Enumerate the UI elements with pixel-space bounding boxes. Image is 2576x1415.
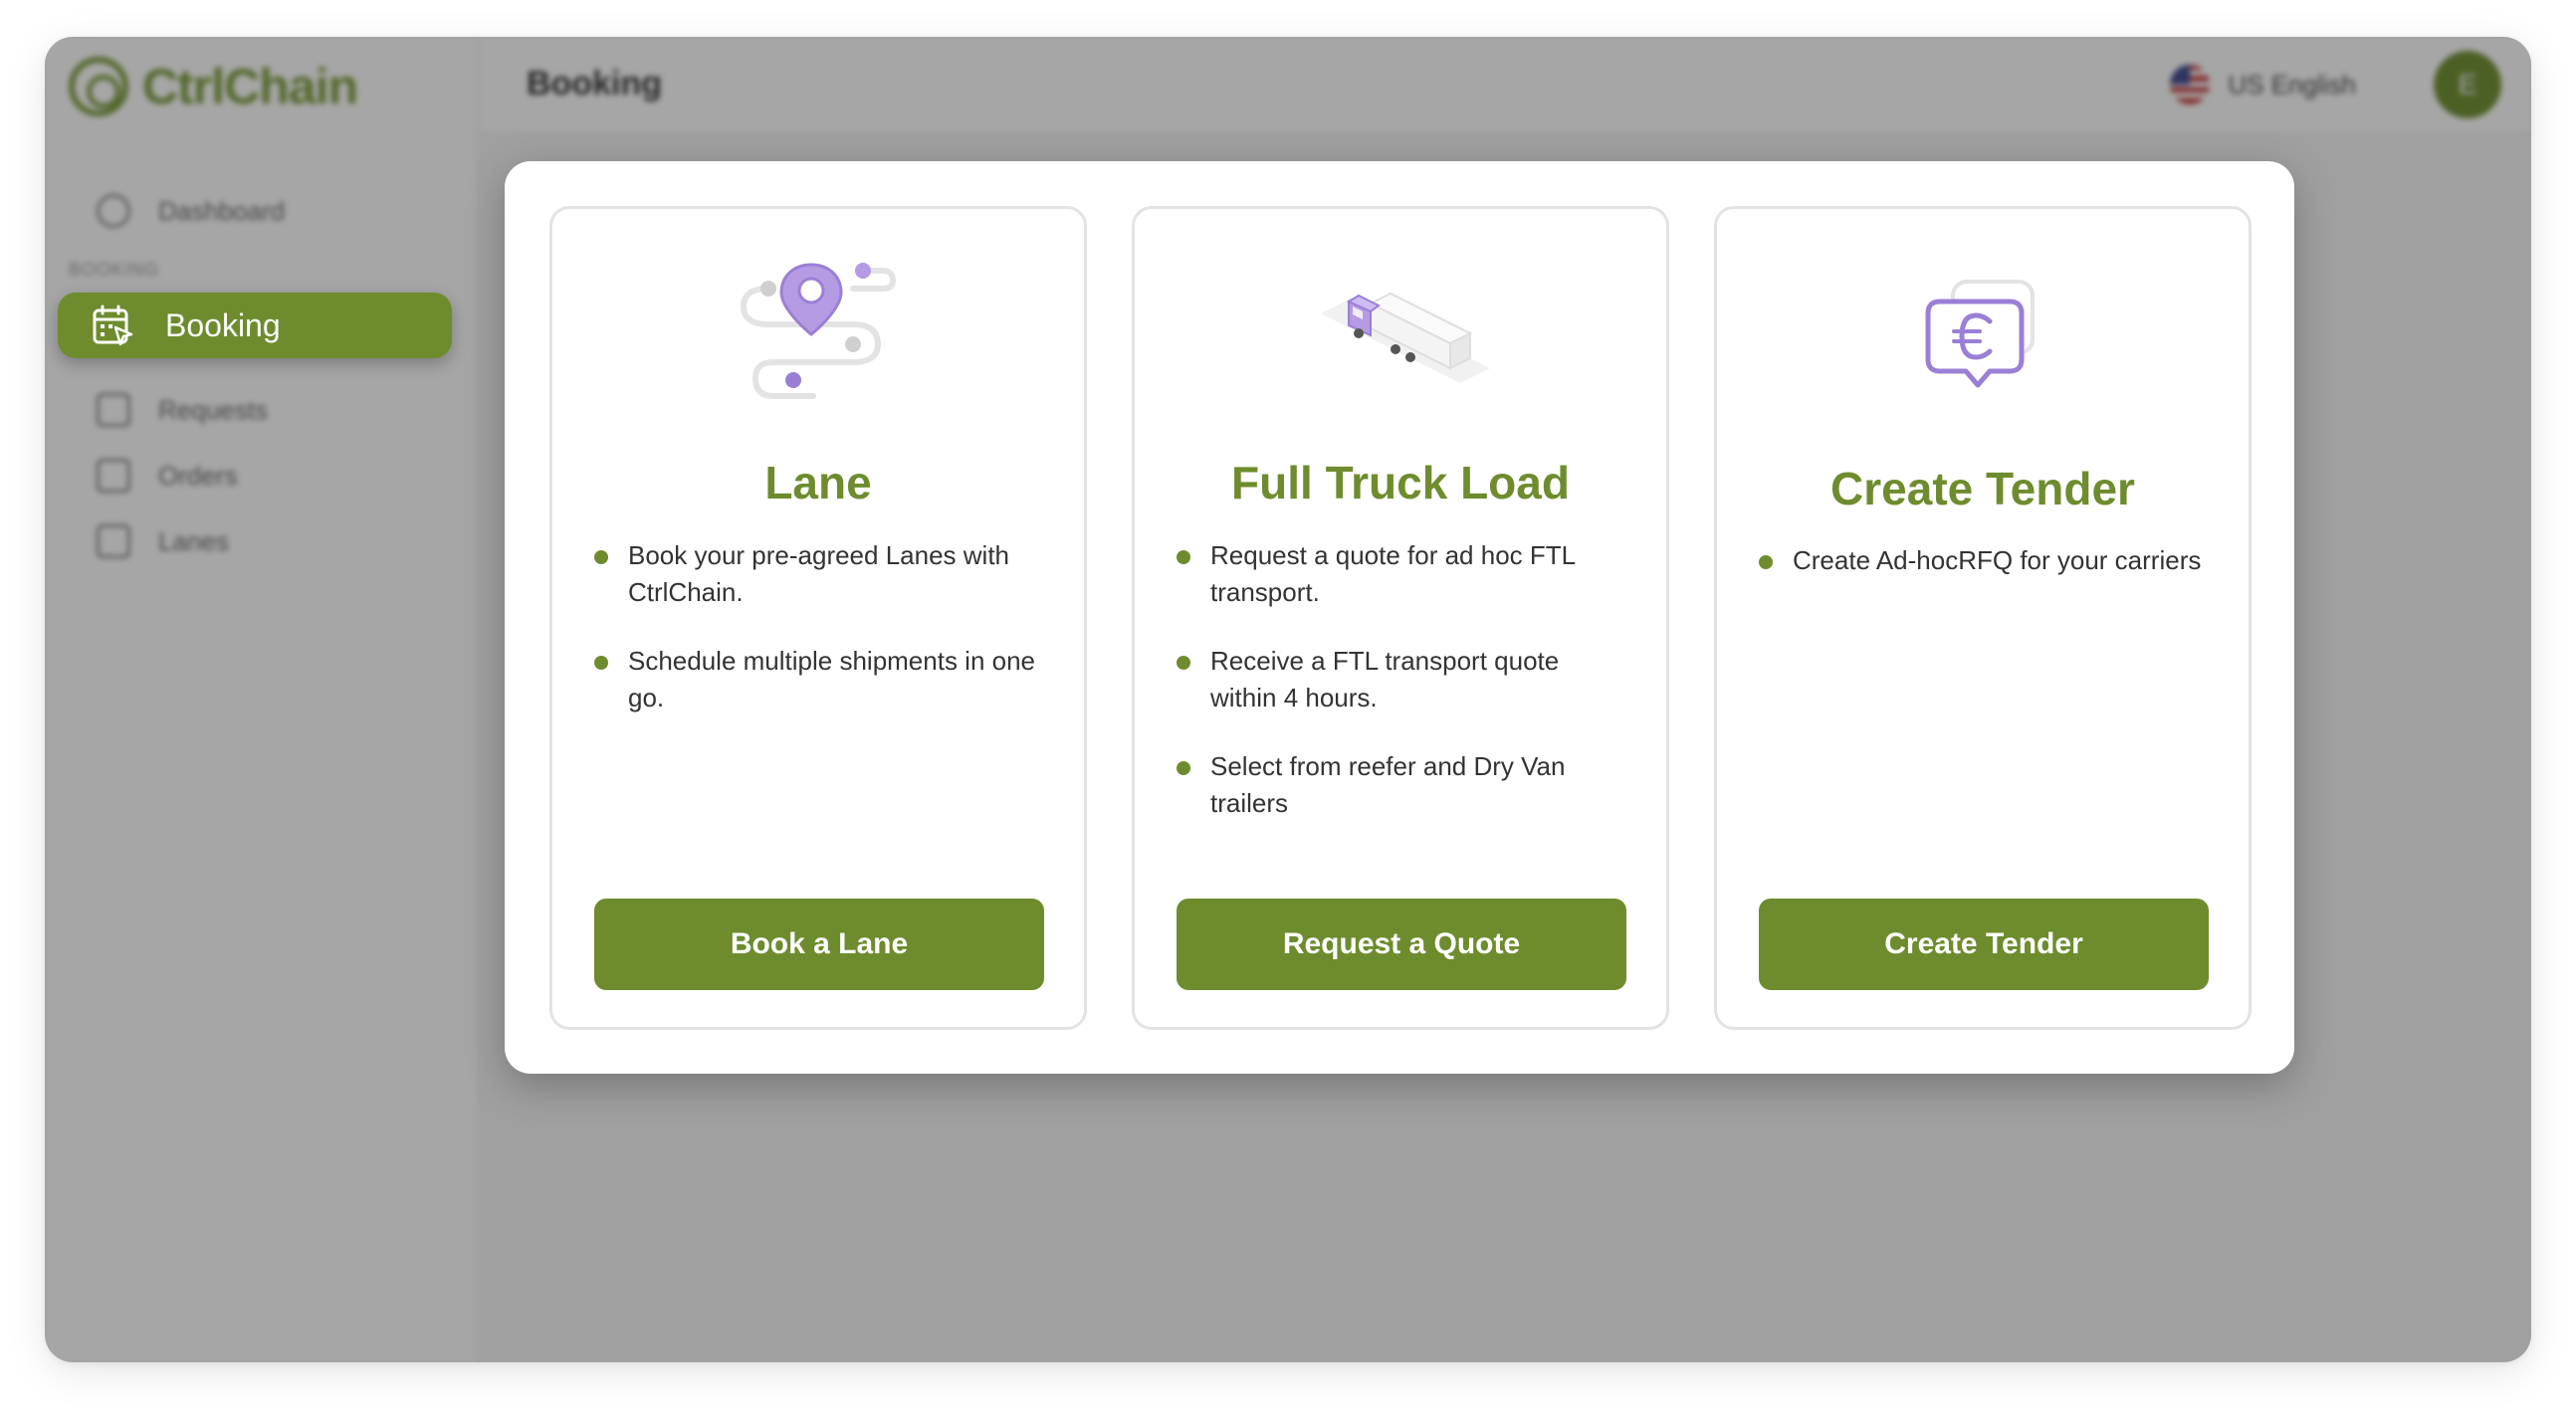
calendar-cursor-icon [93,304,133,346]
create-tender-card: Create Tender Create Ad-hocRFQ for your … [1714,206,2252,1030]
sidebar-item-booking[interactable]: Booking [58,293,452,358]
feature-list: Book your pre-agreed Lanes with CtrlChai… [594,537,1048,748]
create-tender-button[interactable]: Create Tender [1759,899,2209,990]
feature-list: Request a quote for ad hoc FTL transport… [1177,537,1630,854]
list-item: Schedule multiple shipments in one go. [594,643,1048,716]
list-item: Request a quote for ad hoc FTL transport… [1177,537,1630,611]
list-item: Select from reefer and Dry Van trailers [1177,748,1630,822]
request-quote-button[interactable]: Request a Quote [1177,899,1626,990]
euro-chat-icon [1717,259,2249,418]
list-item: Receive a FTL transport quote within 4 h… [1177,643,1630,716]
sidebar-item-label: Booking [165,306,281,343]
full-truck-load-card: Full Truck Load Request a quote for ad h… [1132,206,1669,1030]
app-window: CtrlChain Dashboard BOOKING Requests Ord… [45,37,2531,1362]
card-title: Lane [764,457,872,508]
list-item: Create Ad-hocRFQ for your carriers [1759,542,2213,579]
list-item: Book your pre-agreed Lanes with CtrlChai… [594,537,1048,611]
card-title: Create Tender [1830,463,2135,514]
feature-list: Create Ad-hocRFQ for your carriers [1759,542,2213,611]
card-title: Full Truck Load [1231,457,1570,508]
lane-card: Lane Book your pre-agreed Lanes with Ctr… [549,206,1087,1030]
booking-type-modal: Lane Book your pre-agreed Lanes with Ctr… [505,161,2294,1074]
route-pin-icon [552,259,1084,418]
truck-icon [1135,259,1666,418]
book-lane-button[interactable]: Book a Lane [594,899,1044,990]
